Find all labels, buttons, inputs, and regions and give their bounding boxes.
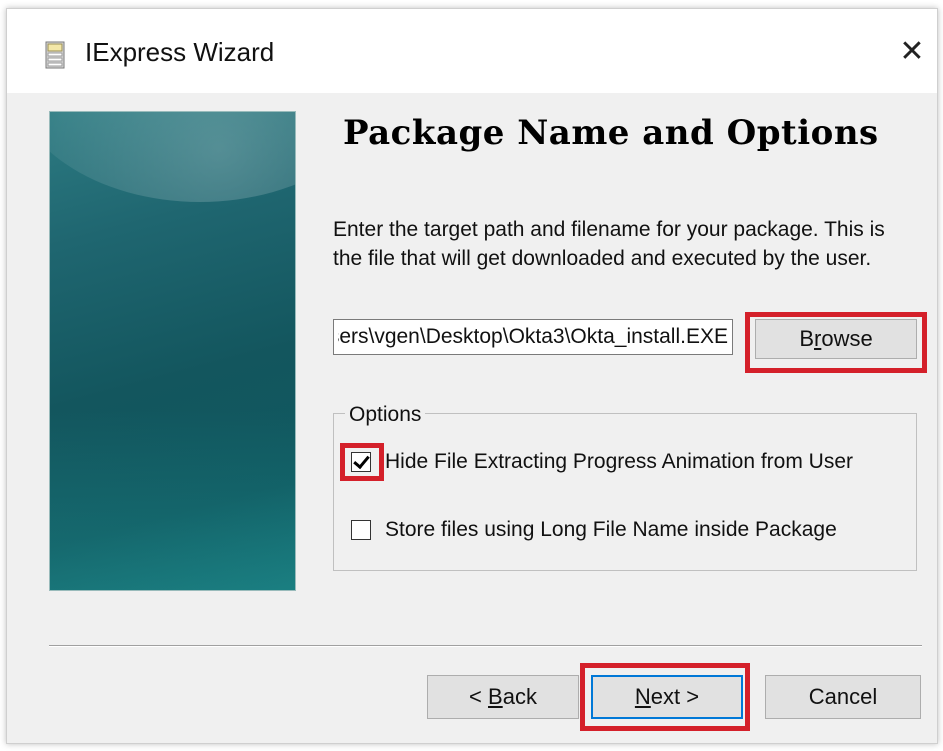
hide-animation-option[interactable]: Hide File Extracting Progress Animation … <box>351 447 853 477</box>
banner-sheen <box>50 112 295 202</box>
next-button[interactable]: Next > <box>591 675 743 719</box>
browse-button[interactable]: Browse <box>755 319 917 359</box>
window-title: IExpress Wizard <box>85 37 275 67</box>
footer-separator <box>49 645 922 647</box>
page-heading: Package Name and Options <box>343 113 879 153</box>
long-filename-label: Store files using Long File Name inside … <box>385 518 837 541</box>
wizard-window: IExpress Wizard ✕ Package Name and Optio… <box>6 8 938 744</box>
options-group <box>333 413 917 571</box>
hide-animation-checkbox[interactable] <box>351 452 371 472</box>
close-icon[interactable]: ✕ <box>895 35 929 69</box>
hide-animation-label: Hide File Extracting Progress Animation … <box>385 450 853 473</box>
target-path-input[interactable] <box>333 319 733 355</box>
long-filename-checkbox[interactable] <box>351 520 371 540</box>
options-legend: Options <box>345 403 426 427</box>
back-button[interactable]: < Back <box>427 675 579 719</box>
page-description: Enter the target path and filename for y… <box>333 218 885 270</box>
cancel-button[interactable]: Cancel <box>765 675 921 719</box>
installer-icon <box>45 41 65 69</box>
long-filename-option[interactable]: Store files using Long File Name inside … <box>351 515 837 545</box>
wizard-banner-image <box>49 111 296 591</box>
banner-glow <box>50 410 295 590</box>
title-bar: IExpress Wizard ✕ <box>7 9 937 93</box>
